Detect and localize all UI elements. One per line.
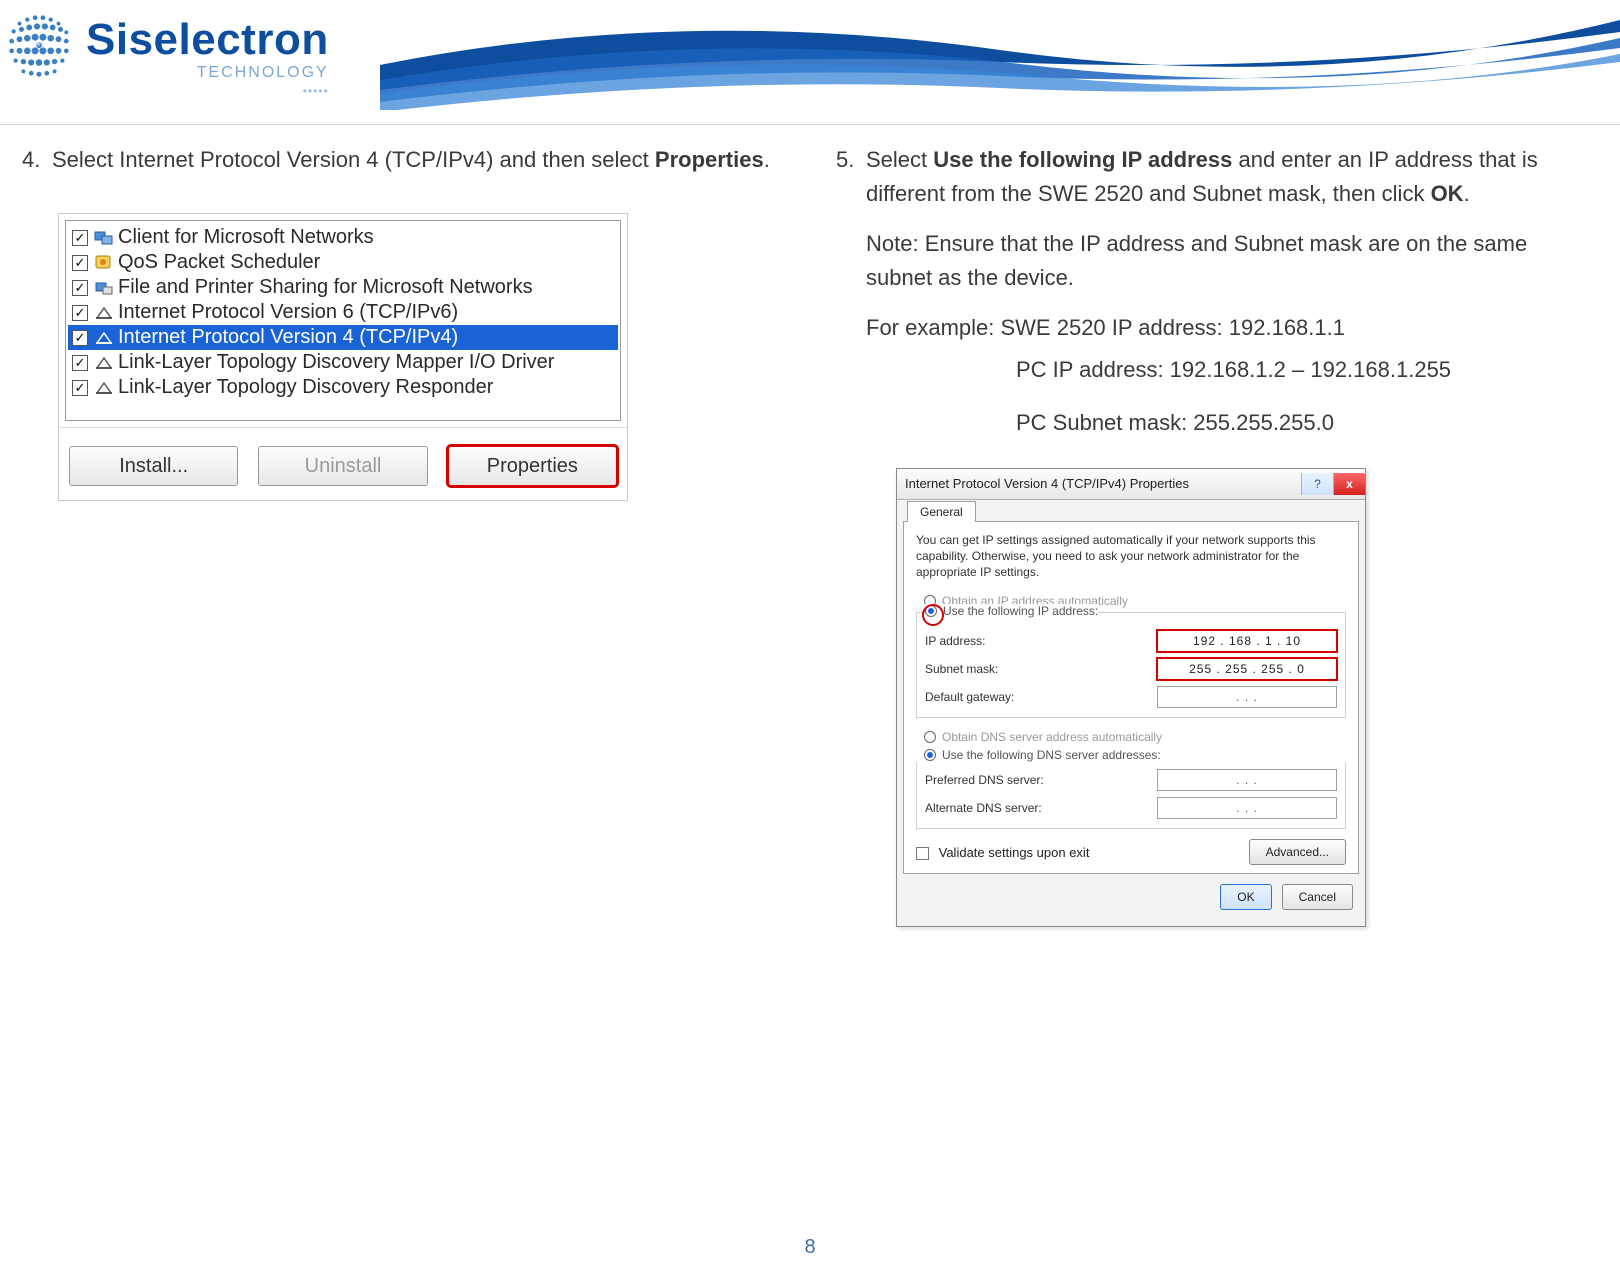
checkbox-icon[interactable]: ✓ <box>72 330 88 346</box>
ok-button[interactable]: OK <box>1220 884 1271 910</box>
preferred-dns-label: Preferred DNS server: <box>925 773 1044 787</box>
radio-label: Use the following IP address: <box>943 604 1098 618</box>
step4-bold1: Internet Protocol Version <box>119 147 366 172</box>
net-item-ipv6[interactable]: ✓ Internet Protocol Version 6 (TCP/IPv6) <box>68 300 618 325</box>
dialog-description: You can get IP settings assigned automat… <box>916 532 1346 581</box>
net-item-lltd-mapper[interactable]: ✓ Link-Layer Topology Discovery Mapper I… <box>68 350 618 375</box>
globe-icon <box>0 6 78 84</box>
step5-e: . <box>1464 181 1470 206</box>
net-item-label: File and Printer Sharing for Microsoft N… <box>118 276 533 299</box>
header-swoosh <box>380 20 1620 110</box>
step4-end: . <box>764 147 770 172</box>
step5-example: For example: SWE 2520 IP address: 192.16… <box>866 311 1598 345</box>
step5-pcip: PC IP address: 192.168.1.2 – 192.168.1.2… <box>866 353 1598 387</box>
ipv4-properties-dialog: Internet Protocol Version 4 (TCP/IPv4) P… <box>896 468 1366 928</box>
net-item-label: Internet Protocol Version 4 (TCP/IPv4) <box>118 326 458 349</box>
cancel-button[interactable]: Cancel <box>1282 884 1353 910</box>
default-gateway-label: Default gateway: <box>925 690 1014 704</box>
checkbox-icon[interactable]: ✓ <box>72 230 88 246</box>
validate-label: Validate settings upon exit <box>939 845 1090 860</box>
step5-d: OK <box>1431 181 1464 206</box>
tab-general[interactable]: General <box>907 501 976 522</box>
step-number-4: 4. <box>22 143 52 185</box>
checkbox-icon[interactable]: ✓ <box>72 280 88 296</box>
step-5-text: Select Use the following IP address and … <box>866 143 1598 448</box>
checkbox-icon[interactable]: ✓ <box>72 380 88 396</box>
step4-mid2: then select <box>542 147 655 172</box>
brand-subtitle: TECHNOLOGY <box>86 64 329 82</box>
net-item-label: QoS Packet Scheduler <box>118 251 320 274</box>
protocol-icon <box>94 304 114 322</box>
ip-address-input[interactable]: 192 . 168 . 1 . 10 <box>1157 630 1337 652</box>
radio-obtain-dns-auto: Obtain DNS server address automatically <box>916 728 1346 746</box>
alternate-dns-label: Alternate DNS server: <box>925 801 1042 815</box>
net-item-share[interactable]: ✓ File and Printer Sharing for Microsoft… <box>68 275 618 300</box>
protocol-icon <box>94 354 114 372</box>
validate-checkbox-row[interactable]: Validate settings upon exit <box>916 845 1089 860</box>
advanced-button[interactable]: Advanced... <box>1249 839 1346 865</box>
share-icon <box>94 279 114 297</box>
net-item-qos[interactable]: ✓ QoS Packet Scheduler <box>68 250 618 275</box>
checkbox-icon[interactable]: ✓ <box>72 255 88 271</box>
client-icon <box>94 229 114 247</box>
step-number-5: 5. <box>836 143 866 448</box>
alternate-dns-input[interactable]: . . . <box>1157 797 1337 819</box>
net-item-client[interactable]: ✓ Client for Microsoft Networks <box>68 225 618 250</box>
step-4-text: Select Internet Protocol Version 4 (TCP/… <box>52 143 784 185</box>
default-gateway-input[interactable]: . . . <box>1157 686 1337 708</box>
step5-note: Note: Ensure that the IP address and Sub… <box>866 227 1598 295</box>
subnet-mask-label: Subnet mask: <box>925 662 998 676</box>
checkbox-icon[interactable]: ✓ <box>72 355 88 371</box>
left-column: 4. Select Internet Protocol Version 4 (T… <box>22 143 784 927</box>
subnet-mask-input[interactable]: 255 . 255 . 255 . 0 <box>1157 658 1337 680</box>
gw-value: . . . <box>1236 690 1258 704</box>
preferred-dns-input[interactable]: . . . <box>1157 769 1337 791</box>
step5-pcsubnet: PC Subnet mask: 255.255.255.0 <box>866 406 1598 440</box>
network-items-panel: ✓ Client for Microsoft Networks ✓ QoS Pa… <box>58 213 628 501</box>
page-header: Siselectron TECHNOLOGY ••••• <box>0 0 1620 125</box>
radio-icon[interactable] <box>924 749 936 761</box>
net-item-label: Client for Microsoft Networks <box>118 226 374 249</box>
brand-name: Siselectron <box>86 18 329 62</box>
net-item-lltd-responder[interactable]: ✓ Link-Layer Topology Discovery Responde… <box>68 375 618 400</box>
step5-b: Use the following IP address <box>933 147 1232 172</box>
net-item-label: Internet Protocol Version 6 (TCP/IPv6) <box>118 301 458 324</box>
step4-mid1: 4 (TCP/IPv4) and <box>366 147 542 172</box>
close-icon[interactable]: x <box>1333 473 1365 495</box>
step4-pre: Select <box>52 147 119 172</box>
help-icon[interactable]: ? <box>1301 473 1333 495</box>
pref-dns-value: . . . <box>1236 773 1258 787</box>
brand-dots: ••••• <box>86 84 329 98</box>
dialog-title: Internet Protocol Version 4 (TCP/IPv4) P… <box>905 476 1189 491</box>
uninstall-button: Uninstall <box>258 446 427 486</box>
net-item-ipv4-selected[interactable]: ✓ Internet Protocol Version 4 (TCP/IPv4) <box>68 325 618 350</box>
dialog-titlebar: Internet Protocol Version 4 (TCP/IPv4) P… <box>897 469 1365 500</box>
install-button[interactable]: Install... <box>69 446 238 486</box>
protocol-icon <box>94 329 114 347</box>
radio-label: Use the following DNS server addresses: <box>942 748 1161 762</box>
radio-icon <box>924 731 936 743</box>
radio-label: Obtain DNS server address automatically <box>942 730 1162 744</box>
net-item-label: Link-Layer Topology Discovery Mapper I/O… <box>118 351 554 374</box>
page-number: 8 <box>0 1236 1620 1259</box>
protocol-icon <box>94 379 114 397</box>
net-item-label: Link-Layer Topology Discovery Responder <box>118 376 493 399</box>
checkbox-icon[interactable] <box>916 847 929 860</box>
step5-a: Select <box>866 147 933 172</box>
radio-use-ip[interactable] <box>925 605 937 617</box>
step4-bold2: Properties <box>655 147 764 172</box>
checkbox-icon[interactable]: ✓ <box>72 305 88 321</box>
properties-button[interactable]: Properties <box>448 446 617 486</box>
network-items-list: ✓ Client for Microsoft Networks ✓ QoS Pa… <box>65 220 621 421</box>
ip-address-label: IP address: <box>925 634 985 648</box>
brand-logo: Siselectron TECHNOLOGY ••••• <box>0 0 329 98</box>
qos-icon <box>94 254 114 272</box>
right-column: 5. Select Use the following IP address a… <box>836 143 1598 927</box>
alt-dns-value: . . . <box>1236 801 1258 815</box>
